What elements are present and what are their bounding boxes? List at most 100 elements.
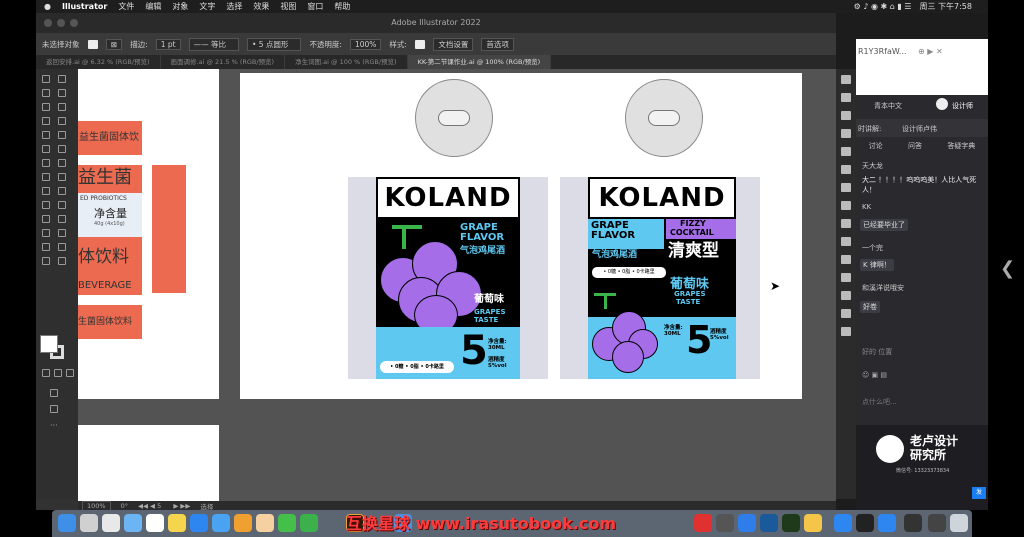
app-menu[interactable]: Illustrator: [62, 2, 107, 11]
rectangle-tool-icon[interactable]: [42, 131, 50, 139]
chat-header[interactable]: 青本中文: [874, 101, 902, 111]
symbol-sprayer-icon[interactable]: [42, 229, 50, 237]
sketch-icon[interactable]: [804, 514, 822, 532]
artboard-nav[interactable]: ◀◀ ◀ 5 ▶ ▶▶: [138, 502, 190, 510]
fill-color-icon[interactable]: [40, 335, 58, 353]
layers-icon[interactable]: [841, 93, 851, 102]
rotate-tool-icon[interactable]: [42, 159, 50, 167]
line-style-select[interactable]: —— 等比: [188, 37, 239, 51]
free-transform-icon[interactable]: [58, 173, 66, 181]
gradient-tool-icon[interactable]: [58, 201, 66, 209]
graph-tool-icon[interactable]: [58, 229, 66, 237]
app-icon[interactable]: [878, 514, 896, 532]
magic-wand-icon[interactable]: [42, 89, 50, 97]
label-beverage[interactable]: BEVERAGE: [78, 277, 142, 295]
zoom-tool-icon[interactable]: [58, 257, 66, 265]
libraries-icon[interactable]: [841, 111, 851, 120]
label-drink[interactable]: 体饮料: [78, 237, 142, 277]
blend-tool-icon[interactable]: [58, 215, 66, 223]
transform-icon[interactable]: [841, 309, 851, 318]
hand-tool-icon[interactable]: [42, 257, 50, 265]
window-controls[interactable]: [44, 19, 83, 27]
window-icon[interactable]: [928, 514, 946, 532]
zoom-icon[interactable]: [70, 19, 78, 27]
window-icon[interactable]: [904, 514, 922, 532]
menu-type[interactable]: 文字: [199, 1, 215, 12]
photos-icon[interactable]: [102, 514, 120, 532]
swatches-icon[interactable]: [841, 129, 851, 138]
app-store-icon[interactable]: [190, 514, 208, 532]
slice-tool-icon[interactable]: [58, 243, 66, 251]
chrome-icon[interactable]: [234, 514, 252, 532]
menu-effect[interactable]: 效果: [253, 1, 269, 12]
eraser-icon[interactable]: [58, 145, 66, 153]
document-tab-active[interactable]: KK-第二节课作业.ai @ 100% (RGB/预览): [407, 55, 552, 69]
app-icon[interactable]: [834, 514, 852, 532]
menu-view[interactable]: 视图: [280, 1, 296, 12]
lower-artboard[interactable]: [78, 425, 219, 501]
label-side-strip[interactable]: [152, 165, 186, 293]
trash-icon[interactable]: [950, 514, 968, 532]
menu-window[interactable]: 窗口: [307, 1, 323, 12]
menu-select[interactable]: 选择: [226, 1, 242, 12]
screen-mode-icon[interactable]: [50, 405, 58, 413]
zoom-level[interactable]: 100%: [82, 500, 111, 511]
finder-icon[interactable]: [58, 514, 76, 532]
pathfinder-icon[interactable]: [841, 291, 851, 300]
color-mode-icon[interactable]: [42, 369, 50, 377]
wechat-icon[interactable]: [278, 514, 296, 532]
app-icon[interactable]: [738, 514, 756, 532]
tab-glossary[interactable]: 答疑字典: [947, 141, 975, 155]
character-icon[interactable]: [841, 327, 851, 336]
align-icon[interactable]: [841, 273, 851, 282]
stroke-panel-icon[interactable]: [841, 183, 851, 192]
mesh-tool-icon[interactable]: [42, 201, 50, 209]
safari-icon[interactable]: [212, 514, 230, 532]
rotation-value[interactable]: 0°: [121, 502, 128, 510]
gradient-mode-icon[interactable]: [54, 369, 62, 377]
app-icon[interactable]: [760, 514, 778, 532]
lasso-icon[interactable]: [58, 89, 66, 97]
symbols-icon[interactable]: [841, 165, 851, 174]
chat-tool-icons[interactable]: ☺ ▣ ▤: [862, 371, 887, 379]
can-lid-1[interactable]: [415, 79, 493, 157]
gradient-panel-icon[interactable]: [841, 201, 851, 210]
wecom-icon[interactable]: [300, 514, 318, 532]
style-swatch[interactable]: [414, 39, 426, 49]
graphic-styles-icon[interactable]: [841, 255, 851, 264]
label-middle-panel[interactable]: ED PROBIOTICS 净含量 40g (4x10g): [78, 193, 142, 237]
tab-discussion[interactable]: 讨论: [869, 141, 883, 155]
direct-selection-tool-icon[interactable]: [58, 75, 66, 83]
browser-actions-icon[interactable]: ⊕ ▶ ✕: [918, 47, 943, 56]
launchpad-icon[interactable]: [80, 514, 98, 532]
notes-icon[interactable]: [168, 514, 186, 532]
document-tab[interactable]: 返回安排.ai @ 6.32 % (RGB/预览): [36, 55, 161, 69]
opacity-input[interactable]: 100%: [349, 38, 382, 50]
stroke-weight-input[interactable]: 1 pt: [155, 38, 181, 50]
draw-mode-icon[interactable]: [50, 389, 58, 397]
dimension-icon[interactable]: [782, 514, 800, 532]
perspective-icon[interactable]: [58, 187, 66, 195]
shape-builder-icon[interactable]: [42, 187, 50, 195]
line-tool-icon[interactable]: [58, 117, 66, 125]
transparency-icon[interactable]: [841, 219, 851, 228]
selection-tool-icon[interactable]: [42, 75, 50, 83]
label-solid-beverage[interactable]: 益生菌固体饮料: [78, 121, 142, 177]
can-lid-2[interactable]: [625, 79, 703, 157]
document-tab[interactable]: 画面调修.ai @ 21.5 % (RGB/预览): [161, 55, 286, 69]
menu-file[interactable]: 文件: [118, 1, 134, 12]
document-setup-button[interactable]: 文档设置: [433, 37, 474, 51]
appearance-icon[interactable]: [841, 237, 851, 246]
chat-input[interactable]: 点什么吧...: [862, 397, 897, 407]
apple-icon[interactable]: ●: [44, 2, 51, 11]
preferences-button[interactable]: 首选项: [481, 37, 514, 51]
none-mode-icon[interactable]: [66, 369, 74, 377]
stroke-swatch[interactable]: ⊠: [105, 38, 123, 50]
menu-help[interactable]: 帮助: [334, 1, 350, 12]
netease-icon[interactable]: [694, 514, 712, 532]
menu-edit[interactable]: 编辑: [145, 1, 161, 12]
eyedropper-icon[interactable]: [42, 215, 50, 223]
scale-tool-icon[interactable]: [58, 159, 66, 167]
warp-tool-icon[interactable]: [42, 173, 50, 181]
curvature-tool-icon[interactable]: [58, 103, 66, 111]
